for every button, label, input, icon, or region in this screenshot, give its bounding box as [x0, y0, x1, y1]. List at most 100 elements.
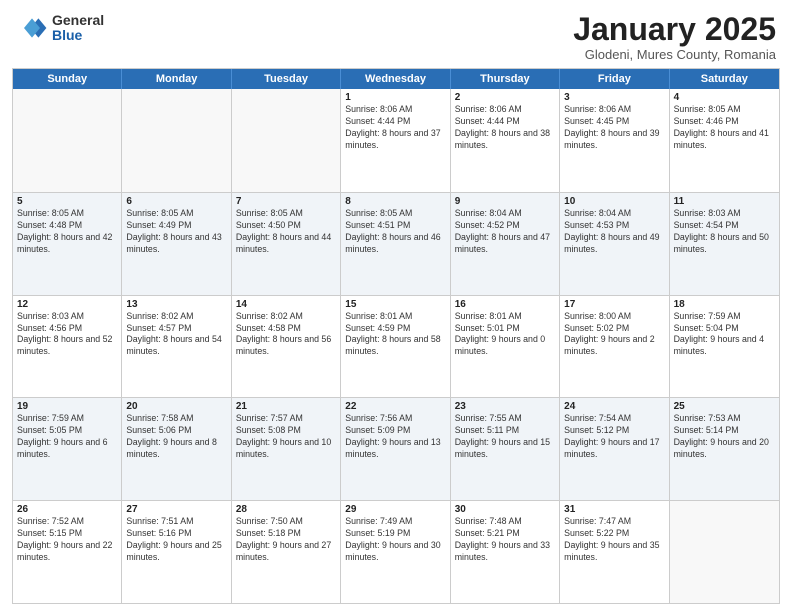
- page: General Blue January 2025 Glodeni, Mures…: [0, 0, 792, 612]
- day-info: Sunrise: 8:05 AM Sunset: 4:46 PM Dayligh…: [674, 104, 775, 152]
- calendar-cell: 4Sunrise: 8:05 AM Sunset: 4:46 PM Daylig…: [670, 89, 779, 192]
- calendar-cell: 25Sunrise: 7:53 AM Sunset: 5:14 PM Dayli…: [670, 398, 779, 500]
- calendar-cell: [670, 501, 779, 603]
- logo: General Blue: [16, 12, 104, 44]
- day-info: Sunrise: 7:50 AM Sunset: 5:18 PM Dayligh…: [236, 516, 336, 564]
- day-number: 19: [17, 401, 117, 412]
- calendar-cell: 14Sunrise: 8:02 AM Sunset: 4:58 PM Dayli…: [232, 296, 341, 398]
- day-info: Sunrise: 7:54 AM Sunset: 5:12 PM Dayligh…: [564, 413, 664, 461]
- calendar-cell: 12Sunrise: 8:03 AM Sunset: 4:56 PM Dayli…: [13, 296, 122, 398]
- calendar-week: 5Sunrise: 8:05 AM Sunset: 4:48 PM Daylig…: [13, 192, 779, 295]
- weekday-header: Saturday: [670, 69, 779, 89]
- location-subtitle: Glodeni, Mures County, Romania: [573, 47, 776, 62]
- calendar-cell: 3Sunrise: 8:06 AM Sunset: 4:45 PM Daylig…: [560, 89, 669, 192]
- calendar-cell: [122, 89, 231, 192]
- calendar-cell: 22Sunrise: 7:56 AM Sunset: 5:09 PM Dayli…: [341, 398, 450, 500]
- calendar-cell: 20Sunrise: 7:58 AM Sunset: 5:06 PM Dayli…: [122, 398, 231, 500]
- day-info: Sunrise: 7:58 AM Sunset: 5:06 PM Dayligh…: [126, 413, 226, 461]
- day-number: 2: [455, 92, 555, 103]
- weekday-header: Monday: [122, 69, 231, 89]
- calendar-cell: 29Sunrise: 7:49 AM Sunset: 5:19 PM Dayli…: [341, 501, 450, 603]
- calendar-cell: 24Sunrise: 7:54 AM Sunset: 5:12 PM Dayli…: [560, 398, 669, 500]
- day-number: 29: [345, 504, 445, 515]
- calendar-cell: 13Sunrise: 8:02 AM Sunset: 4:57 PM Dayli…: [122, 296, 231, 398]
- day-number: 3: [564, 92, 664, 103]
- day-number: 7: [236, 196, 336, 207]
- day-number: 18: [674, 299, 775, 310]
- calendar-cell: 5Sunrise: 8:05 AM Sunset: 4:48 PM Daylig…: [13, 193, 122, 295]
- calendar: SundayMondayTuesdayWednesdayThursdayFrid…: [12, 68, 780, 604]
- calendar-week: 19Sunrise: 7:59 AM Sunset: 5:05 PM Dayli…: [13, 397, 779, 500]
- day-info: Sunrise: 7:48 AM Sunset: 5:21 PM Dayligh…: [455, 516, 555, 564]
- weekday-header: Wednesday: [341, 69, 450, 89]
- day-number: 21: [236, 401, 336, 412]
- calendar-body: 1Sunrise: 8:06 AM Sunset: 4:44 PM Daylig…: [13, 89, 779, 603]
- day-info: Sunrise: 7:55 AM Sunset: 5:11 PM Dayligh…: [455, 413, 555, 461]
- weekday-header: Tuesday: [232, 69, 341, 89]
- day-number: 15: [345, 299, 445, 310]
- day-info: Sunrise: 8:03 AM Sunset: 4:54 PM Dayligh…: [674, 208, 775, 256]
- calendar-header: SundayMondayTuesdayWednesdayThursdayFrid…: [13, 69, 779, 89]
- logo-text: General Blue: [52, 13, 104, 44]
- day-info: Sunrise: 8:02 AM Sunset: 4:58 PM Dayligh…: [236, 311, 336, 359]
- weekday-header: Friday: [560, 69, 669, 89]
- calendar-cell: 15Sunrise: 8:01 AM Sunset: 4:59 PM Dayli…: [341, 296, 450, 398]
- calendar-week: 1Sunrise: 8:06 AM Sunset: 4:44 PM Daylig…: [13, 89, 779, 192]
- day-number: 20: [126, 401, 226, 412]
- calendar-cell: 21Sunrise: 7:57 AM Sunset: 5:08 PM Dayli…: [232, 398, 341, 500]
- day-number: 5: [17, 196, 117, 207]
- weekday-header: Thursday: [451, 69, 560, 89]
- day-info: Sunrise: 8:05 AM Sunset: 4:51 PM Dayligh…: [345, 208, 445, 256]
- day-info: Sunrise: 7:51 AM Sunset: 5:16 PM Dayligh…: [126, 516, 226, 564]
- calendar-cell: 10Sunrise: 8:04 AM Sunset: 4:53 PM Dayli…: [560, 193, 669, 295]
- day-info: Sunrise: 7:59 AM Sunset: 5:04 PM Dayligh…: [674, 311, 775, 359]
- day-number: 16: [455, 299, 555, 310]
- day-number: 6: [126, 196, 226, 207]
- day-info: Sunrise: 8:01 AM Sunset: 5:01 PM Dayligh…: [455, 311, 555, 359]
- calendar-cell: [13, 89, 122, 192]
- calendar-cell: 6Sunrise: 8:05 AM Sunset: 4:49 PM Daylig…: [122, 193, 231, 295]
- day-info: Sunrise: 7:56 AM Sunset: 5:09 PM Dayligh…: [345, 413, 445, 461]
- day-number: 1: [345, 92, 445, 103]
- day-info: Sunrise: 7:53 AM Sunset: 5:14 PM Dayligh…: [674, 413, 775, 461]
- header: General Blue January 2025 Glodeni, Mures…: [0, 0, 792, 68]
- day-info: Sunrise: 8:06 AM Sunset: 4:44 PM Dayligh…: [345, 104, 445, 152]
- calendar-cell: 9Sunrise: 8:04 AM Sunset: 4:52 PM Daylig…: [451, 193, 560, 295]
- day-info: Sunrise: 8:04 AM Sunset: 4:52 PM Dayligh…: [455, 208, 555, 256]
- day-number: 8: [345, 196, 445, 207]
- day-info: Sunrise: 8:05 AM Sunset: 4:48 PM Dayligh…: [17, 208, 117, 256]
- calendar-cell: 27Sunrise: 7:51 AM Sunset: 5:16 PM Dayli…: [122, 501, 231, 603]
- day-number: 26: [17, 504, 117, 515]
- calendar-cell: 8Sunrise: 8:05 AM Sunset: 4:51 PM Daylig…: [341, 193, 450, 295]
- day-info: Sunrise: 8:01 AM Sunset: 4:59 PM Dayligh…: [345, 311, 445, 359]
- day-info: Sunrise: 8:05 AM Sunset: 4:49 PM Dayligh…: [126, 208, 226, 256]
- calendar-cell: [232, 89, 341, 192]
- day-info: Sunrise: 7:47 AM Sunset: 5:22 PM Dayligh…: [564, 516, 664, 564]
- day-info: Sunrise: 8:06 AM Sunset: 4:45 PM Dayligh…: [564, 104, 664, 152]
- day-info: Sunrise: 7:52 AM Sunset: 5:15 PM Dayligh…: [17, 516, 117, 564]
- day-number: 14: [236, 299, 336, 310]
- day-number: 24: [564, 401, 664, 412]
- day-number: 23: [455, 401, 555, 412]
- logo-icon: [16, 12, 48, 44]
- day-number: 17: [564, 299, 664, 310]
- day-number: 25: [674, 401, 775, 412]
- weekday-header: Sunday: [13, 69, 122, 89]
- calendar-cell: 19Sunrise: 7:59 AM Sunset: 5:05 PM Dayli…: [13, 398, 122, 500]
- day-number: 12: [17, 299, 117, 310]
- day-info: Sunrise: 8:05 AM Sunset: 4:50 PM Dayligh…: [236, 208, 336, 256]
- calendar-cell: 18Sunrise: 7:59 AM Sunset: 5:04 PM Dayli…: [670, 296, 779, 398]
- calendar-cell: 2Sunrise: 8:06 AM Sunset: 4:44 PM Daylig…: [451, 89, 560, 192]
- logo-blue: Blue: [52, 28, 104, 43]
- day-info: Sunrise: 7:49 AM Sunset: 5:19 PM Dayligh…: [345, 516, 445, 564]
- day-info: Sunrise: 7:59 AM Sunset: 5:05 PM Dayligh…: [17, 413, 117, 461]
- day-number: 27: [126, 504, 226, 515]
- day-info: Sunrise: 8:02 AM Sunset: 4:57 PM Dayligh…: [126, 311, 226, 359]
- calendar-cell: 28Sunrise: 7:50 AM Sunset: 5:18 PM Dayli…: [232, 501, 341, 603]
- day-info: Sunrise: 8:04 AM Sunset: 4:53 PM Dayligh…: [564, 208, 664, 256]
- calendar-week: 12Sunrise: 8:03 AM Sunset: 4:56 PM Dayli…: [13, 295, 779, 398]
- day-number: 4: [674, 92, 775, 103]
- day-info: Sunrise: 8:00 AM Sunset: 5:02 PM Dayligh…: [564, 311, 664, 359]
- calendar-cell: 11Sunrise: 8:03 AM Sunset: 4:54 PM Dayli…: [670, 193, 779, 295]
- calendar-cell: 7Sunrise: 8:05 AM Sunset: 4:50 PM Daylig…: [232, 193, 341, 295]
